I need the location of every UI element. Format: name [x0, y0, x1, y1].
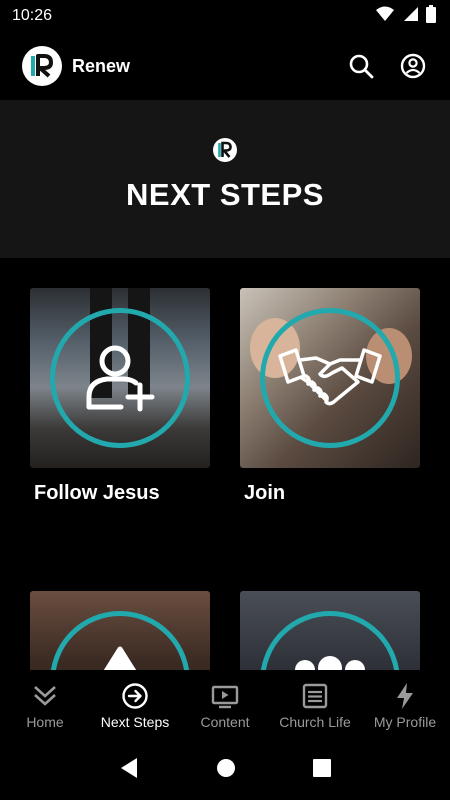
card-ring	[260, 611, 400, 670]
nav-next-steps[interactable]: Next Steps	[90, 670, 180, 740]
double-chevron-down-icon	[31, 682, 59, 710]
page-title: NEXT STEPS	[126, 177, 324, 212]
add-person-icon	[86, 345, 155, 412]
bulletin-icon	[301, 682, 329, 710]
nav-label: Content	[200, 714, 250, 730]
card-join[interactable]: Join	[240, 288, 420, 505]
home-button[interactable]	[216, 758, 236, 783]
card-ring	[260, 308, 400, 448]
recents-button[interactable]	[313, 758, 332, 782]
card-4[interactable]	[240, 591, 420, 670]
app-title: Renew	[72, 55, 131, 76]
signal-icon	[402, 6, 418, 27]
status-bar: 10:26	[0, 0, 450, 32]
battery-icon	[426, 4, 436, 28]
back-button[interactable]	[119, 757, 139, 784]
card-3[interactable]	[30, 591, 210, 670]
arrow-circle-right-icon	[121, 682, 149, 710]
lightning-icon	[391, 682, 419, 710]
nav-label: Home	[26, 714, 64, 730]
account-icon	[400, 53, 426, 79]
tv-play-icon	[211, 682, 239, 710]
nav-content[interactable]: Content	[180, 670, 270, 740]
wifi-icon	[376, 6, 394, 27]
next-steps-grid: Follow Jesus Join	[0, 258, 450, 670]
back-triangle-icon	[120, 757, 137, 778]
card-label: Follow Jesus	[34, 482, 160, 504]
card-image	[240, 591, 420, 670]
nav-church-life[interactable]: Church Life	[270, 670, 360, 740]
app-logo[interactable]	[22, 46, 62, 86]
home-circle-icon	[216, 758, 235, 777]
card-ring	[50, 611, 190, 670]
search-button[interactable]	[346, 51, 376, 81]
hero-banner: NEXT STEPS	[0, 100, 450, 258]
app-bar: Renew	[0, 32, 450, 100]
renew-logo-icon	[212, 137, 238, 163]
handshake-icon	[278, 348, 382, 406]
recents-square-icon	[313, 758, 332, 777]
group-icon	[295, 656, 365, 670]
bottom-navigation: Home Next Steps Content Church Life My P…	[0, 670, 450, 740]
nav-label: My Profile	[373, 714, 437, 730]
renew-logo-icon	[31, 54, 53, 78]
nav-my-profile[interactable]: My Profile	[360, 670, 450, 740]
card-ring	[50, 308, 190, 448]
nav-label: Church Life	[279, 714, 351, 730]
card-follow-jesus[interactable]: Follow Jesus	[30, 288, 210, 505]
card-label: Join	[244, 482, 286, 504]
nav-home[interactable]: Home	[0, 670, 90, 740]
card-image	[30, 591, 210, 670]
nav-label: Next Steps	[100, 714, 170, 730]
card-image	[240, 288, 420, 468]
card-image	[30, 288, 210, 468]
account-button[interactable]	[398, 51, 428, 81]
status-icons	[376, 4, 436, 28]
search-icon	[349, 54, 374, 79]
triangle-icon	[103, 646, 137, 670]
status-time: 10:26	[12, 7, 53, 24]
system-navigation-bar	[0, 740, 450, 800]
